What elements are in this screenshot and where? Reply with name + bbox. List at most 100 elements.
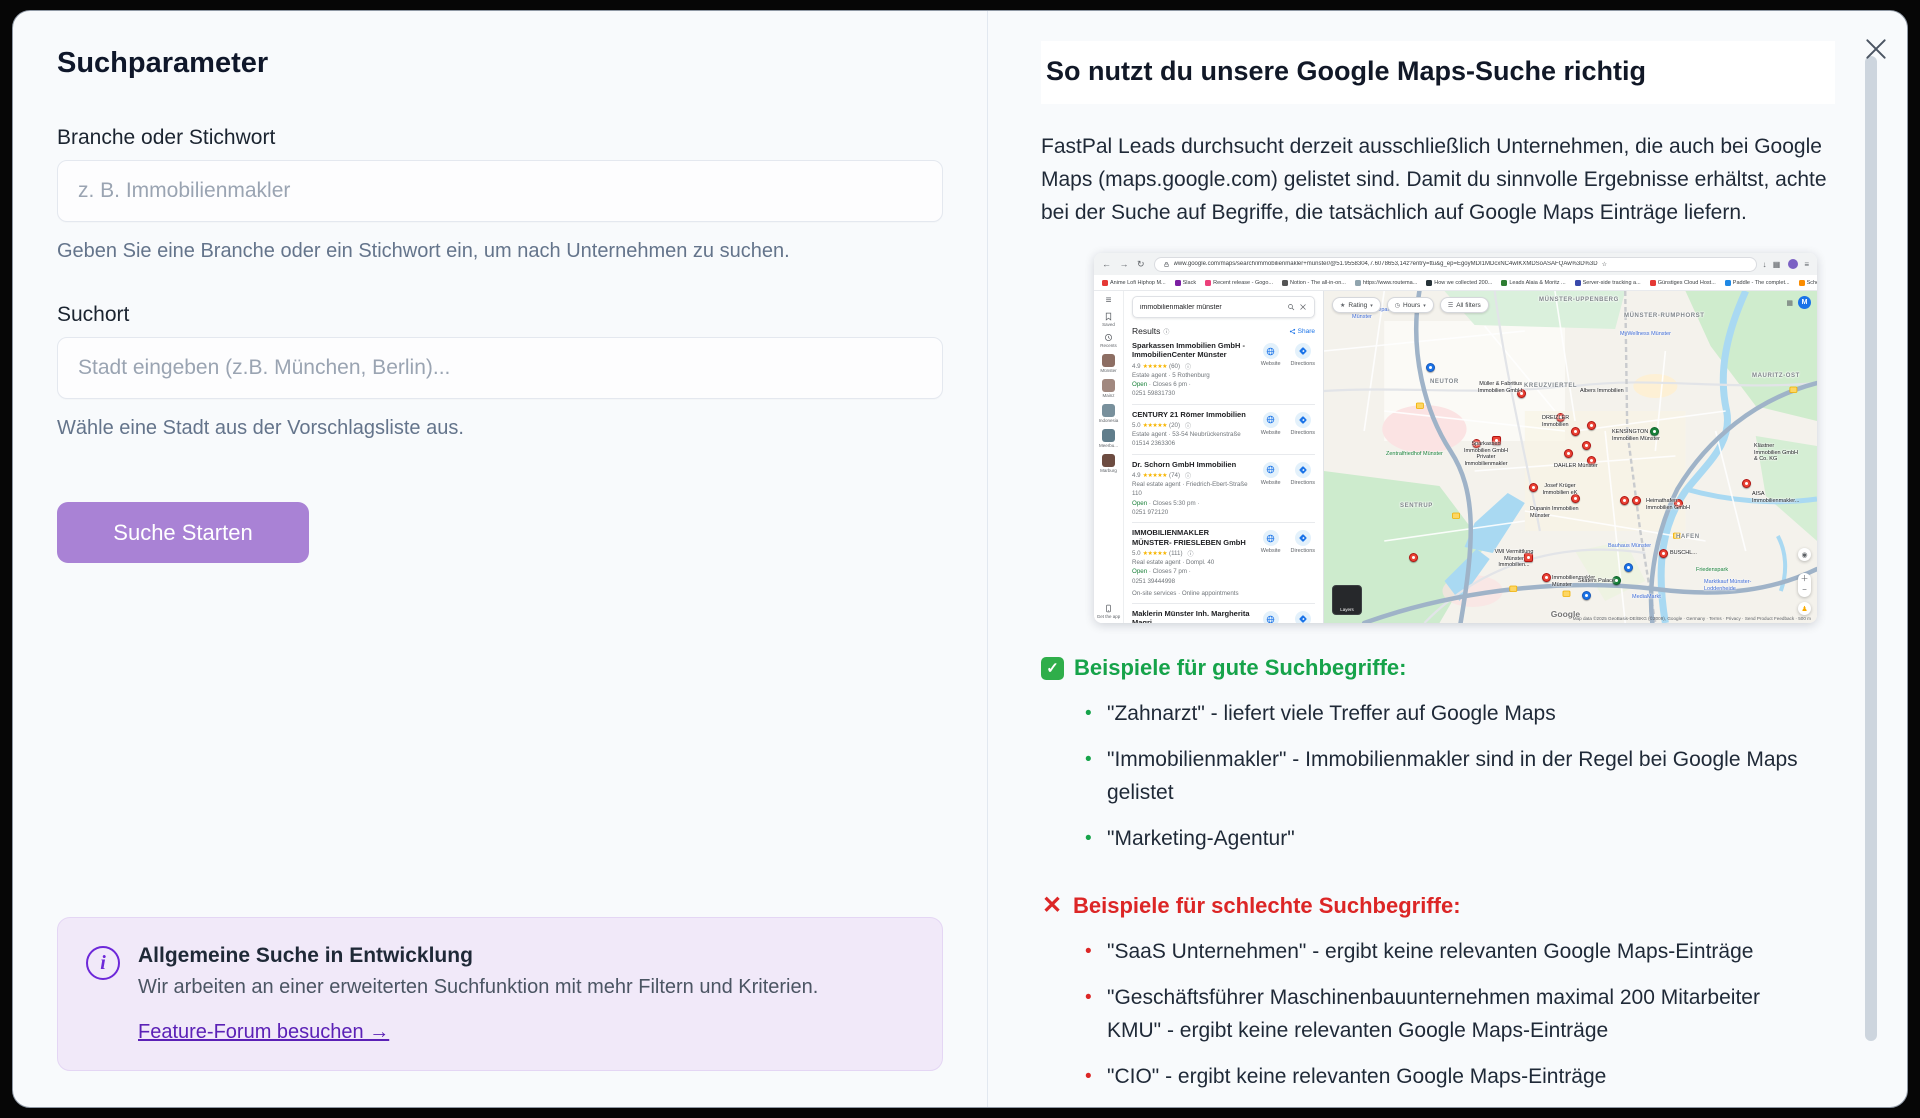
map-pin-blue: [1582, 591, 1591, 600]
browser-url-bar: www.google.com/maps/search/immobilienmak…: [1154, 257, 1757, 272]
apps-grid-icon: ▦: [1786, 299, 1793, 307]
map-pin: [1632, 496, 1641, 505]
scrollbar-thumb[interactable]: [1865, 56, 1877, 1041]
account-avatar: M: [1798, 296, 1811, 309]
bookmark-item: Server-side tracking a...: [1575, 280, 1641, 286]
clear-search-icon: [1299, 303, 1307, 311]
bookmarks-bar: Anime Lofi Hiphop M... Slack Recent rele…: [1094, 275, 1817, 291]
help-intro-text: FastPal Leads durchsucht derzeit ausschl…: [1041, 130, 1831, 229]
map-label: Marktkauf Münster-Loddenheide: [1704, 579, 1756, 592]
directions-action: Directions: [1291, 530, 1315, 554]
globe-icon: [1266, 465, 1275, 474]
good-examples-list: "Zahnarzt" - liefert viele Treffer auf G…: [1041, 697, 1835, 855]
info-icon: i: [86, 946, 120, 980]
bookmark-item: Leads Alaia & Moritz ...: [1501, 280, 1565, 286]
map-label: Klästner Immobilien GmbH & Co. KG: [1754, 443, 1802, 463]
lock-icon: [1163, 261, 1170, 268]
rail-saved: Saved: [1102, 312, 1115, 327]
keyword-help-text: Geben Sie eine Branche oder ein Stichwor…: [57, 240, 943, 263]
maps-screenshot: ← → ↻ www.google.com/maps/search/immobil…: [1094, 253, 1817, 623]
bookmark-icon: [1104, 312, 1113, 321]
map-pin: [1659, 549, 1668, 558]
maps-rail: ≡ Saved Recents Münster Mainz Indonesia …: [1094, 291, 1124, 623]
url-text: www.google.com/maps/search/immobilienmak…: [1174, 261, 1598, 267]
directions-action: Directions: [1291, 462, 1315, 486]
browser-nav-icons: ← → ↻: [1102, 259, 1148, 270]
bookmark-item: Günstiges Cloud Host...: [1650, 280, 1716, 286]
map-label: Josef Krüger Immobilien eK: [1540, 483, 1580, 496]
location-input[interactable]: [57, 337, 943, 399]
maps-screenshot-wrapper: ← → ↻ www.google.com/maps/search/immobil…: [1094, 253, 1835, 623]
map-label: BUSCHL...: [1670, 550, 1710, 557]
close-button[interactable]: [1861, 35, 1891, 65]
maps-results-sidebar: immobilienmakler münster Resultsⓘ Share: [1124, 291, 1324, 623]
phone-icon: [1104, 604, 1113, 613]
browser-profile-icon: [1788, 259, 1798, 269]
list-item: "Geschäftsführer Maschinenbauunternehmen…: [1085, 981, 1815, 1047]
maps-search-query: immobilienmakler münster: [1140, 304, 1283, 311]
pegman-icon: ♟: [1798, 602, 1811, 615]
map-label: SENTRUP: [1400, 503, 1433, 510]
map-pin: [1620, 496, 1629, 505]
rail-place: Mainz: [1102, 379, 1115, 398]
rail-place: Indonesia: [1099, 404, 1119, 423]
maps-ui: ≡ Saved Recents Münster Mainz Indonesia …: [1094, 291, 1817, 623]
keyword-input[interactable]: [57, 160, 943, 222]
result-card: CENTURY 21 Römer Immobilien 5.0★★★★★(20)…: [1132, 404, 1315, 454]
map-label: KREUZVIERTEL: [1524, 383, 1577, 390]
keyword-label: Branche oder Stichwort: [57, 126, 943, 150]
all-filters-chip: ☰All filters: [1440, 297, 1489, 313]
bookmark-item: Paddle - The complet...: [1725, 280, 1790, 286]
help-panel: So nutzt du unsere Google Maps-Suche ric…: [988, 11, 1907, 1107]
dev-notice-title: Allgemeine Suche in Entwicklung: [138, 944, 818, 968]
directions-icon: [1298, 346, 1308, 356]
map-label: AISA Immobilienmakler...: [1752, 491, 1802, 504]
good-examples-heading: ✓ Beispiele für gute Suchbegriffe:: [1041, 655, 1835, 681]
result-card: IMMOBILIENMAKLER MÜNSTER- FRIESLEBEN Gmb…: [1132, 522, 1315, 603]
zoom-control: ＋−: [1798, 573, 1811, 597]
clock-icon: [1104, 333, 1113, 342]
directions-action: Directions: [1291, 343, 1315, 367]
directions-icon: [1298, 614, 1308, 623]
directions-icon: [1298, 415, 1308, 425]
bookmark-item: How we collected 200...: [1426, 280, 1492, 286]
website-action: Website: [1261, 530, 1281, 554]
website-action: Website: [1261, 343, 1281, 367]
bad-examples-list: "SaaS Unternehmen" - ergibt keine releva…: [1041, 935, 1835, 1093]
map-label: MediaMarkt: [1632, 594, 1672, 601]
bookmark-star-icon: ☆: [1602, 261, 1607, 268]
map-label: MÜNSTER-RUMPHORST: [1624, 313, 1705, 320]
map-label: DAHLER Münster: [1554, 463, 1604, 470]
help-title: So nutzt du unsere Google Maps-Suche ric…: [1041, 41, 1835, 104]
website-action: Website: [1261, 412, 1281, 436]
rating-filter-chip: ★Rating: [1332, 297, 1381, 313]
bookmark-item: Scheduling Software L...: [1799, 280, 1817, 286]
start-search-button[interactable]: Suche Starten: [57, 502, 309, 563]
map-label: Zentralfriedhof Münster: [1386, 451, 1446, 458]
map-pin: [1529, 483, 1538, 492]
directions-icon: [1298, 533, 1308, 543]
map-label: VMI Vermittlung Münster Immobilien...: [1492, 549, 1536, 569]
list-item: "Marketing-Agentur": [1085, 822, 1815, 855]
rail-place: Meerbu...: [1099, 429, 1118, 448]
result-card: Maklerin Münster Inh. Margherita Magri 4…: [1132, 603, 1315, 623]
list-item: "Immobilienmakler" - Immobilienmakler si…: [1085, 743, 1815, 809]
panel-title: Suchparameter: [57, 47, 943, 80]
map-pin: [1571, 427, 1580, 436]
layers-button: Layers: [1332, 585, 1362, 615]
browser-toolbar: ← → ↻ www.google.com/maps/search/immobil…: [1094, 253, 1817, 275]
map-label: Bauhaus Münster: [1608, 543, 1658, 550]
get-the-app: Get the app: [1097, 604, 1121, 619]
dev-notice-body: Wir arbeiten an einer erweiterten Suchfu…: [138, 976, 818, 999]
rail-recents: Recents: [1100, 333, 1117, 348]
map-pin: [1742, 479, 1751, 488]
results-header: Resultsⓘ Share: [1132, 326, 1315, 336]
bookmark-item: Recent release - Gogo...: [1205, 280, 1273, 286]
result-card: Dr. Schorn GmbH Immobilien 4.9★★★★★(74)ⓘ…: [1132, 454, 1315, 523]
dev-notice-content: Allgemeine Suche in Entwicklung Wir arbe…: [138, 944, 818, 1044]
globe-icon: [1266, 615, 1275, 623]
globe-icon: [1266, 415, 1275, 424]
list-item: "Zahnarzt" - liefert viele Treffer auf G…: [1085, 697, 1815, 730]
globe-icon: [1266, 534, 1275, 543]
feature-forum-link[interactable]: Feature-Forum besuchen →: [138, 1021, 389, 1044]
